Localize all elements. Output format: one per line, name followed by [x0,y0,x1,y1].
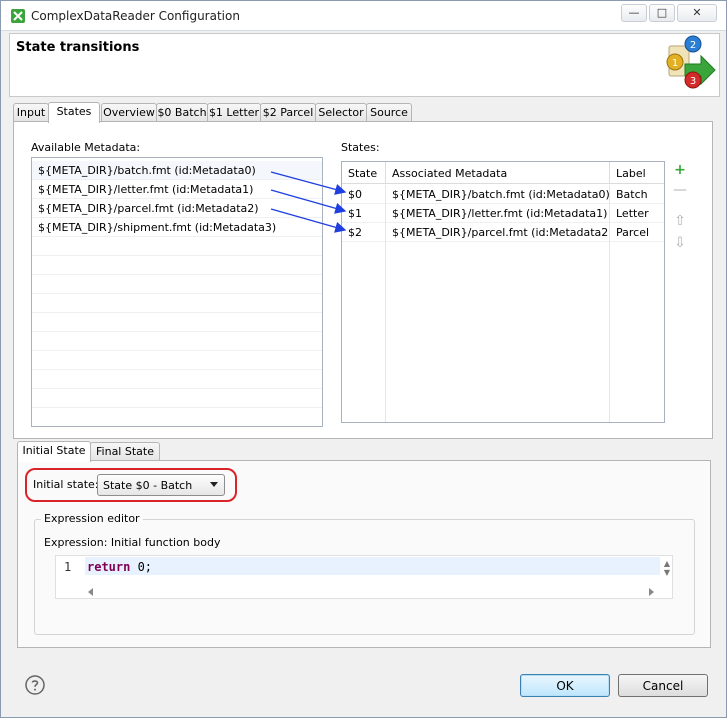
scroll-right-icon [649,588,654,596]
scroll-left-icon [88,588,93,596]
mapping-arrow [270,171,347,195]
page-header: State transitions 1 2 3 [9,33,720,97]
svg-text:2: 2 [690,40,696,51]
cancel-button[interactable]: Cancel [618,674,708,697]
list-item [32,256,322,275]
tab-initial-state[interactable]: Initial State [17,441,91,462]
label-cell[interactable]: Batch [610,185,664,204]
tab-states[interactable]: States [48,102,100,123]
mapping-arrow [270,189,347,214]
svg-text:3: 3 [690,76,696,87]
move-down-icon[interactable]: ⇩ [673,236,687,250]
dialog-window: ComplexDataReader Configuration — □ ✕ St… [0,0,727,718]
code-text[interactable]: return 0; [87,560,152,574]
states-label: States: [341,141,380,154]
empty-cell [386,242,610,422]
tab-parcel[interactable]: $2 Parcel [260,103,316,122]
vertical-scrollbar[interactable]: ▲ ▼ [661,559,673,583]
code-keyword: return [87,560,131,574]
window-title: ComplexDataReader Configuration [31,9,240,23]
list-item [32,351,322,370]
metadata-cell[interactable]: ${META_DIR}/parcel.fmt (id:Metadata2) [386,223,610,242]
column-header-metadata[interactable]: Associated Metadata [386,162,610,184]
title-bar: ComplexDataReader Configuration — □ ✕ [1,1,726,31]
tab-final-state[interactable]: Final State [90,442,160,461]
list-item [32,294,322,313]
ok-button[interactable]: OK [520,674,610,697]
code-rest: 0; [130,560,153,574]
states-table[interactable]: State Associated Metadata Label $0 ${MET… [341,161,665,423]
scroll-down-icon[interactable]: ▼ [661,568,673,577]
minimize-button[interactable]: — [621,4,647,22]
chevron-down-icon [210,482,218,487]
svg-text:1: 1 [672,58,678,69]
list-item [32,389,322,408]
expression-editor-title: Expression editor [41,512,143,525]
add-icon[interactable]: + [673,163,687,177]
mapping-arrows [270,171,347,233]
empty-cell [342,242,386,422]
expression-label: Expression: Initial function body [44,536,221,549]
metadata-cell[interactable]: ${META_DIR}/letter.fmt (id:Metadata1) [386,204,610,223]
tab-overview[interactable]: Overview [101,103,157,122]
tab-source[interactable]: Source [366,103,412,122]
initial-state-select[interactable]: State $0 - Batch [97,474,225,496]
list-item [32,370,322,389]
remove-icon[interactable]: — [673,183,687,197]
tab-input[interactable]: Input [13,103,49,122]
help-icon[interactable] [25,675,45,695]
label-cell[interactable]: Letter [610,204,664,223]
list-item [32,313,322,332]
scroll-up-icon[interactable]: ▲ [661,559,673,568]
close-button[interactable]: ✕ [677,4,717,22]
state-transitions-icon: 1 2 3 [666,35,716,89]
list-item [32,275,322,294]
tab-selector[interactable]: Selector [315,103,367,122]
list-item [32,332,322,351]
app-icon [11,9,25,23]
metadata-cell[interactable]: ${META_DIR}/batch.fmt (id:Metadata0) [386,185,610,204]
initial-state-label: Initial state: [33,478,99,491]
move-up-icon[interactable]: ⇧ [673,214,687,228]
label-cell[interactable]: Parcel [610,223,664,242]
tab-letter[interactable]: $1 Letter [207,103,261,122]
column-header-label[interactable]: Label [610,162,664,184]
page-title: State transitions [16,40,140,55]
tab-batch[interactable]: $0 Batch [156,103,208,122]
line-number: 1 [64,560,72,574]
mapping-arrow [270,208,347,233]
maximize-button[interactable]: □ [649,4,675,22]
horizontal-scrollbar[interactable] [85,586,657,598]
empty-cell [610,242,664,422]
available-metadata-label: Available Metadata: [31,141,141,154]
current-line-highlight [85,557,660,575]
